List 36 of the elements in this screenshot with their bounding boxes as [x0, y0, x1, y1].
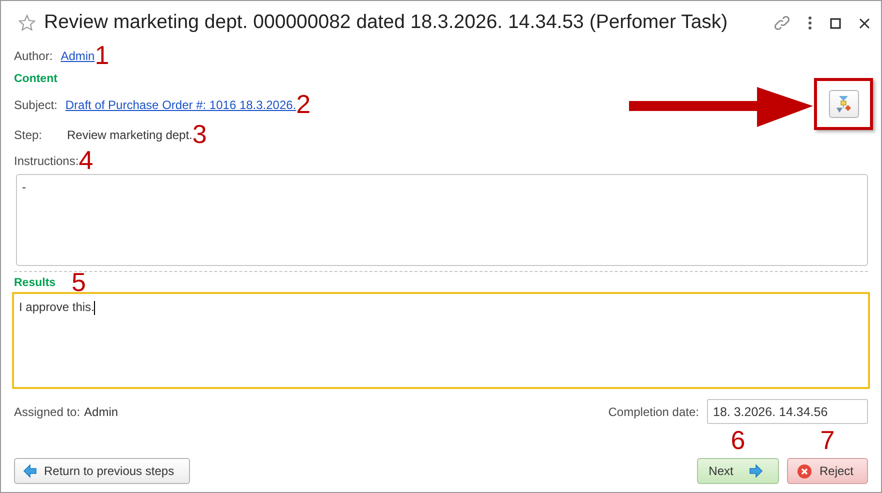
annotation-number: 1 [94, 45, 110, 65]
date-field[interactable]: 18. 3.2026. 14.34.56 [707, 399, 868, 424]
close-icon[interactable] [859, 18, 870, 28]
annotation-number: 7 [820, 430, 835, 450]
field-label: Instructions: [14, 153, 79, 170]
cancel-icon [797, 464, 812, 479]
link-icon[interactable] [774, 15, 790, 31]
assignee-value: Admin [84, 404, 118, 421]
annotation-number: 2 [296, 94, 311, 114]
annotation-number: 3 [192, 124, 207, 144]
field-label: Step: [14, 127, 44, 144]
section-title: Content [14, 72, 58, 87]
more-icon[interactable] [808, 16, 812, 30]
annotation-number: 5 [72, 272, 86, 292]
author-link[interactable]: Admin [60, 47, 95, 65]
results-field[interactable]: I approve this. [12, 292, 870, 390]
maximize-icon[interactable] [830, 18, 841, 28]
left-arrow-icon [23, 464, 37, 478]
field-label: Completion date: [608, 404, 699, 421]
right-arrow-icon [749, 464, 764, 478]
subject-link[interactable]: Draft of Purchase Order #: 1016 18.3.2026. [65, 96, 296, 114]
flowchart-icon [834, 95, 852, 113]
step-value: Review marketing dept. [67, 127, 192, 144]
field-label: Author: [14, 48, 53, 65]
reject-button[interactable]: Reject [787, 458, 868, 484]
annotation-number: 4 [78, 150, 94, 170]
star-icon[interactable] [18, 14, 36, 32]
section-title: Results [14, 276, 56, 291]
window-title: Review marketing dept. 000000082 dated 18.3.2026. 14.34.53 (Perfomer Task) [44, 10, 728, 36]
field-label: Subject: [14, 97, 58, 114]
next-button[interactable]: Next [697, 458, 779, 484]
field-label: Assigned to: [14, 404, 80, 421]
back-button[interactable]: Return to previous steps [14, 458, 190, 484]
instructions-field[interactable]: - [16, 174, 868, 266]
route-map-button[interactable] [828, 90, 858, 118]
annotation-number: 6 [730, 430, 746, 450]
